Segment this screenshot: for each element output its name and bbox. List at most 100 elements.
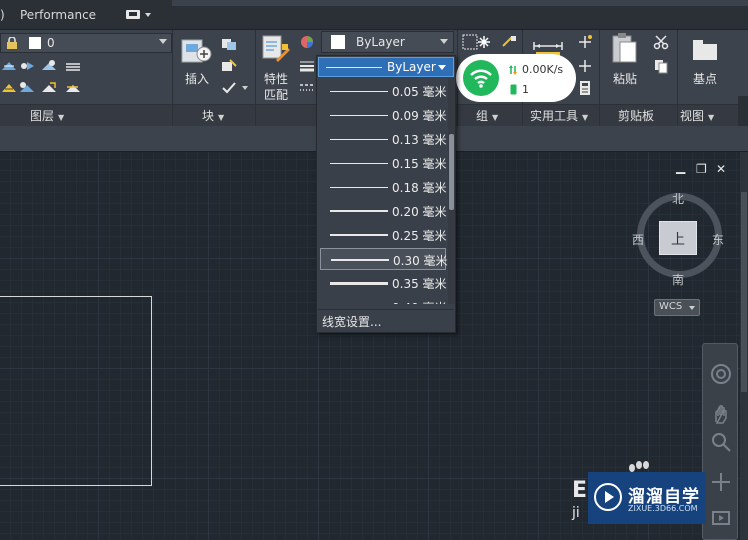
compass-north[interactable]: 北 xyxy=(672,190,684,207)
create-block-icon[interactable] xyxy=(220,36,238,52)
minimize-icon[interactable]: ▁ xyxy=(676,160,685,174)
lineweight-option-label: 0.15 毫米 xyxy=(392,157,447,171)
navigation-bar xyxy=(702,343,738,540)
wifi-icon xyxy=(463,60,499,96)
compass-east[interactable]: 东 xyxy=(712,231,724,248)
watermark-letter: E xyxy=(572,478,588,503)
object-color-value: ByLayer xyxy=(356,35,405,49)
watermark-logo: 溜溜自学 ZIXUE.3D66.COM xyxy=(588,472,706,524)
panel-title-layers[interactable]: 图层 ▼ xyxy=(30,107,64,124)
lineweight-option[interactable]: 0.25 毫米 xyxy=(320,224,447,246)
network-speed-widget[interactable]: 0.00K/s 1 xyxy=(456,54,576,102)
lineweight-option[interactable]: 0.30 毫米 xyxy=(320,248,448,270)
lineweight-current-value: ByLayer xyxy=(387,60,436,74)
base-point-icon[interactable] xyxy=(690,36,720,64)
object-color-icon[interactable] xyxy=(298,34,316,50)
panel-separator xyxy=(599,30,600,126)
lineweight-sample xyxy=(330,282,388,285)
cut-icon[interactable] xyxy=(652,34,670,50)
panel-title-clipboard[interactable]: 剪贴板 xyxy=(618,107,654,124)
layer-walk-icon[interactable] xyxy=(64,80,82,96)
layer-off-icon[interactable] xyxy=(0,58,18,74)
lineweight-option[interactable]: 0.20 毫米 xyxy=(320,200,447,222)
restore-icon[interactable]: ❐ xyxy=(696,162,707,176)
play-icon xyxy=(594,483,622,511)
edit-block-icon[interactable] xyxy=(220,58,238,74)
calculator-icon[interactable] xyxy=(576,80,594,96)
lineweight-option-label: 0.09 毫米 xyxy=(392,109,447,123)
zoom-extents-icon[interactable] xyxy=(709,430,733,454)
layer-lock-icon[interactable] xyxy=(64,58,82,74)
layer-isolate-icon[interactable] xyxy=(18,58,36,74)
compass-south[interactable]: 南 xyxy=(672,271,684,288)
layer-dropdown[interactable]: 0 xyxy=(0,33,172,53)
chevron-down-icon xyxy=(689,306,695,310)
lineweight-option[interactable]: 0.40 毫米 xyxy=(320,296,447,304)
layer-freeze-icon[interactable] xyxy=(40,58,58,74)
match-properties-icon[interactable] xyxy=(262,34,292,64)
pan-hand-icon[interactable] xyxy=(709,402,733,426)
layer-match-icon[interactable] xyxy=(18,80,36,96)
object-color-dropdown[interactable]: ByLayer xyxy=(321,31,454,53)
dropdown-scroll-thumb[interactable] xyxy=(449,134,454,210)
watermark-subtitle: ZIXUE.3D66.COM xyxy=(628,504,698,513)
lineweight-current[interactable]: ByLayer xyxy=(318,57,454,77)
layer-make-current-icon[interactable] xyxy=(0,80,18,96)
lineweight-option[interactable]: 0.15 毫米 xyxy=(320,152,447,174)
copy-icon[interactable] xyxy=(652,58,670,74)
lineweight-option[interactable]: 0.13 毫米 xyxy=(320,128,447,150)
insert-label: 插入 xyxy=(184,72,209,86)
insert-block-icon[interactable] xyxy=(180,34,214,66)
tab-menu-icon[interactable] xyxy=(125,9,153,21)
chevron-down-icon xyxy=(159,39,167,44)
connected-device-count: 1 xyxy=(522,83,529,96)
layer-color-swatch xyxy=(29,37,41,49)
lineweight-option[interactable]: 0.09 毫米 xyxy=(320,104,447,126)
chevron-down-icon[interactable] xyxy=(242,86,248,90)
tab-performance[interactable]: Performance xyxy=(20,8,96,22)
linetype-icon[interactable] xyxy=(298,80,316,96)
paste-label: 粘贴 xyxy=(612,72,637,86)
compass-west[interactable]: 西 xyxy=(632,231,644,248)
base-point-label: 基点 xyxy=(692,72,717,86)
lineweight-sample xyxy=(331,259,389,261)
lineweight-option[interactable]: 0.05 毫米 xyxy=(320,80,447,102)
match-properties-label-2: 匹配 xyxy=(263,88,288,102)
viewcube-top-face[interactable]: 上 xyxy=(659,221,697,255)
scrollbar-thumb[interactable] xyxy=(741,192,747,392)
vertical-scrollbar[interactable] xyxy=(740,152,748,540)
lineweight-option-label: 0.13 毫米 xyxy=(392,133,447,147)
wcs-menu-button[interactable]: WCS xyxy=(654,299,700,316)
viewport-controls: ▁ ❐ ✕ xyxy=(672,160,732,176)
watermark-letters-small: ji xyxy=(572,505,580,521)
steering-wheel-icon[interactable] xyxy=(709,362,733,386)
lineweight-option[interactable]: 0.18 毫米 xyxy=(320,176,447,198)
close-icon[interactable]: ✕ xyxy=(716,162,726,176)
drawn-rectangle[interactable] xyxy=(0,296,152,486)
showmotion-icon[interactable] xyxy=(709,506,733,530)
panel-title-view[interactable]: 视图 ▼ xyxy=(680,107,714,124)
lineweight-option[interactable]: 0.35 毫米 xyxy=(320,272,447,294)
lineweight-options: 0.05 毫米 0.09 毫米 0.13 毫米 0.15 毫米 0.18 毫米 0.20 … xyxy=(318,78,448,304)
panel-title-groups[interactable]: 组 ▼ xyxy=(476,107,498,124)
layer-previous-icon[interactable] xyxy=(40,80,58,96)
layer-current-value: 0 xyxy=(47,36,55,50)
viewcube-face-label: 上 xyxy=(671,232,685,248)
network-speed-value: 0.00K/s xyxy=(522,63,564,76)
point-style-icon[interactable] xyxy=(576,58,594,74)
panel-title-utilities[interactable]: 实用工具 ▼ xyxy=(530,107,588,124)
edit-attributes-icon[interactable] xyxy=(220,80,238,96)
orbit-icon[interactable] xyxy=(709,470,733,494)
lineweight-settings-label: 线宽设置... xyxy=(322,315,382,329)
group-edit-icon[interactable] xyxy=(500,34,518,50)
lineweight-option-label: 0.25 毫米 xyxy=(392,229,447,243)
dropdown-scrollbar[interactable] xyxy=(448,78,455,304)
panel-title-block[interactable]: 块 ▼ xyxy=(202,107,224,124)
paste-icon[interactable] xyxy=(610,32,640,66)
lineweight-sample xyxy=(330,187,388,188)
lineweight-settings-item[interactable]: 线宽设置... xyxy=(318,309,454,331)
lineweight-icon[interactable] xyxy=(298,58,316,74)
quick-select-icon[interactable] xyxy=(576,34,594,50)
group-icon[interactable] xyxy=(462,34,492,54)
lineweight-option-label: 0.18 毫米 xyxy=(392,181,447,195)
